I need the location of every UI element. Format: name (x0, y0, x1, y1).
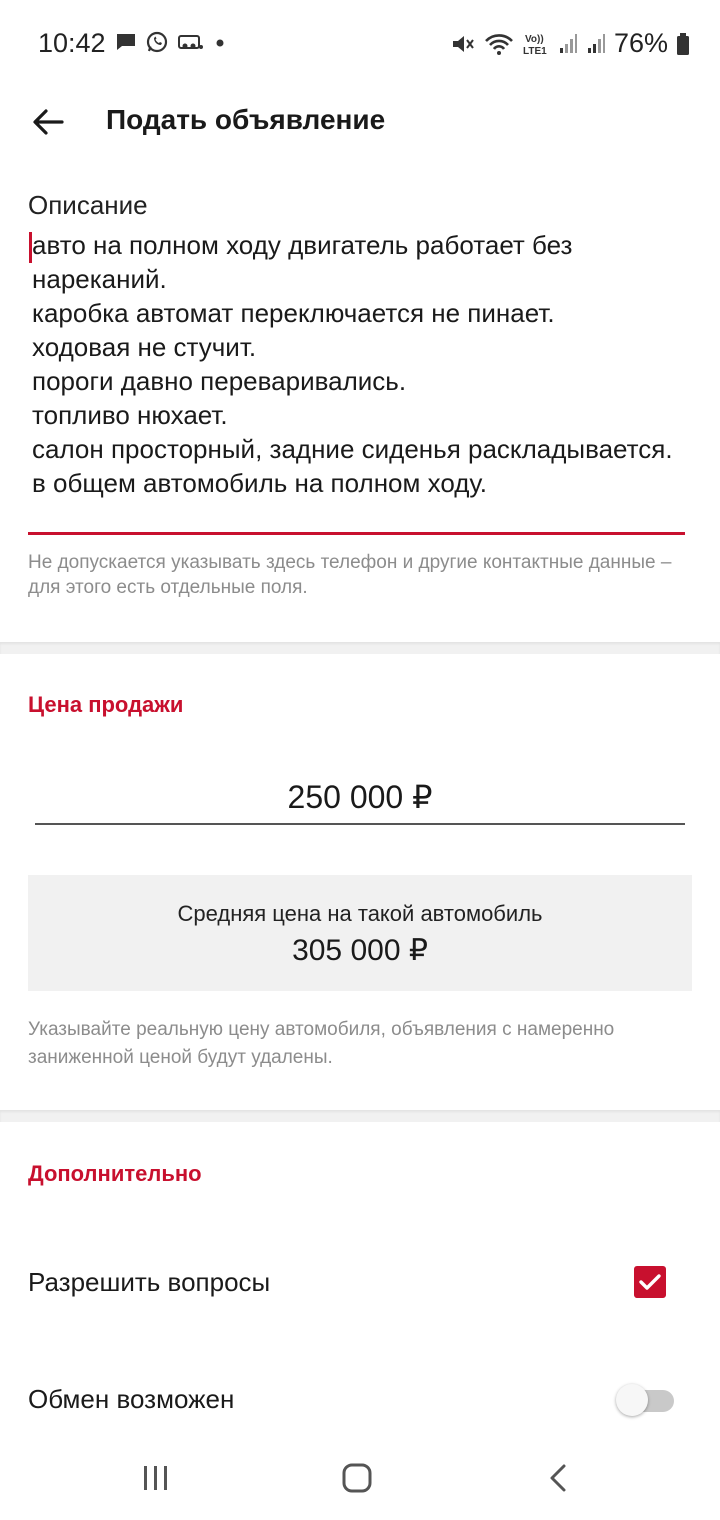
price-section-title: Цена продажи (28, 692, 184, 717)
arrow-left-icon (33, 109, 64, 135)
exchange-toggle[interactable] (616, 1384, 674, 1416)
dot-icon (216, 39, 224, 47)
recent-apps-button[interactable] (134, 1456, 178, 1500)
nav-back-button[interactable] (538, 1456, 582, 1500)
voicemail-icon (178, 35, 203, 49)
svg-text:Vo)): Vo)) (525, 34, 544, 45)
whatsapp-icon (146, 31, 168, 53)
description-hint: Не допускается указывать здесь телефон и… (28, 552, 672, 598)
home-button[interactable] (336, 1456, 380, 1500)
description-field[interactable]: авто на полном ходу двигатель работает б… (32, 228, 682, 500)
app-bar: Подать объявление (0, 86, 720, 158)
home-icon (342, 1463, 372, 1493)
status-bar: 10:42 Vo)) LTE1 76% (0, 0, 720, 86)
price-hint: Указывайте реальную цену автомобиля, объ… (28, 1019, 615, 1068)
back-icon (550, 1464, 566, 1492)
average-price-panel: Средняя цена на такой автомобиль 305 000… (28, 875, 692, 991)
signal-icon (587, 33, 605, 53)
description-label: Описание (28, 190, 148, 220)
section-divider (0, 642, 720, 654)
toggle-knob (616, 1384, 648, 1416)
allow-questions-label: Разрешить вопросы (28, 1267, 271, 1297)
wifi-icon (485, 33, 513, 55)
average-price-label: Средняя цена на такой автомобиль (177, 901, 543, 926)
volte-icon: Vo)) LTE1 (523, 34, 547, 57)
notification-icons (115, 30, 227, 54)
extra-section-title: Дополнительно (28, 1161, 202, 1186)
description-underline (28, 532, 685, 535)
price-input[interactable]: 250 000 ₽ (35, 778, 685, 816)
exchange-label: Обмен возможен (28, 1384, 235, 1414)
system-nav-bar (0, 1434, 720, 1520)
price-underline (35, 823, 685, 825)
status-time: 10:42 (38, 28, 106, 58)
recent-apps-icon (144, 1466, 167, 1490)
back-button[interactable] (28, 102, 68, 142)
section-divider (0, 1110, 720, 1122)
mute-icon (452, 35, 474, 52)
svg-text:LTE1: LTE1 (523, 46, 547, 57)
battery-icon (677, 32, 689, 55)
message-icon (117, 34, 135, 50)
checkmark-icon (639, 1274, 661, 1290)
page-title: Подать объявление (106, 104, 386, 135)
system-icons: Vo)) LTE1 76% (450, 28, 690, 59)
average-price-value: 305 000 ₽ (292, 934, 428, 967)
battery-percent: 76% (613, 28, 668, 58)
signal-icon (559, 33, 577, 53)
allow-questions-checkbox[interactable] (634, 1266, 666, 1298)
